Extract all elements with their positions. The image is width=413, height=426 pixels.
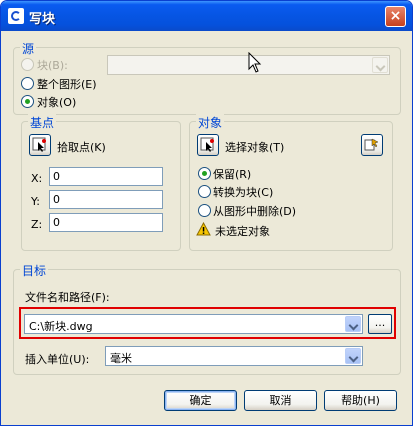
select-objects-label: 选择对象(T) [225,141,285,154]
z-label: Z: [31,218,43,231]
chevron-down-icon [345,348,361,364]
cancel-button[interactable]: 取消 [244,390,317,411]
entire-drawing-label: 整个图形(E) [37,78,97,91]
mouse-pointer-icon [248,52,262,73]
entire-drawing-radio[interactable] [21,77,34,90]
quick-select-icon [364,138,379,151]
chevron-down-icon [345,316,361,332]
retain-radio[interactable] [198,167,211,180]
z-coordinate-field[interactable]: 0 [49,213,163,232]
pick-point-label: 拾取点(K) [57,141,106,154]
objects-radio-label: 对象(O) [37,96,77,109]
app-icon [8,8,24,24]
block-radio-label: 块(B): [37,59,68,72]
ok-button[interactable]: 确定 [164,390,237,411]
pick-point-icon [32,137,46,152]
destination-legend: 目标 [20,262,49,279]
quick-select-button[interactable] [361,134,383,156]
no-objects-selected-text: 未选定对象 [215,225,270,238]
insert-units-label: 插入单位(U): [25,353,90,366]
delete-from-drawing-radio[interactable] [198,204,211,217]
select-objects-button[interactable] [197,134,219,156]
chevron-down-icon [372,57,388,73]
close-button[interactable]: × [385,6,406,27]
browse-button[interactable]: ... [368,314,392,334]
source-legend: 源 [20,40,37,57]
file-path-label: 文件名和路径(F): [25,291,110,304]
title-bar[interactable]: 写块 × [1,1,412,31]
delete-from-drawing-label: 从图形中删除(D) [213,205,297,218]
x-coordinate-field[interactable]: 0 [49,167,163,186]
objects-legend: 对象 [196,114,225,131]
objects-radio[interactable] [21,95,34,108]
warning-icon [196,222,211,236]
y-label: Y: [31,195,40,208]
file-path-dropdown[interactable]: C:\新块.dwg [24,314,363,334]
select-objects-icon [200,137,214,152]
retain-label: 保留(R) [213,168,252,181]
base-point-legend: 基点 [28,114,57,131]
insert-units-value: 毫米 [110,352,132,365]
file-path-value: C:\新块.dwg [29,320,93,333]
insert-units-dropdown[interactable]: 毫米 [105,346,363,366]
x-label: X: [31,172,43,185]
y-coordinate-field[interactable]: 0 [49,190,163,209]
write-block-dialog: 写块 × 源 块(B): 整个图形(E) 对象(O) 基点 拾取点(K) X: … [0,0,413,426]
convert-to-block-radio[interactable] [198,185,211,198]
window-title: 写块 [29,12,56,27]
help-button[interactable]: 帮助(H) [324,390,397,411]
convert-to-block-label: 转换为块(C) [213,186,274,199]
block-radio[interactable] [21,58,34,71]
pick-point-button[interactable] [29,134,51,156]
